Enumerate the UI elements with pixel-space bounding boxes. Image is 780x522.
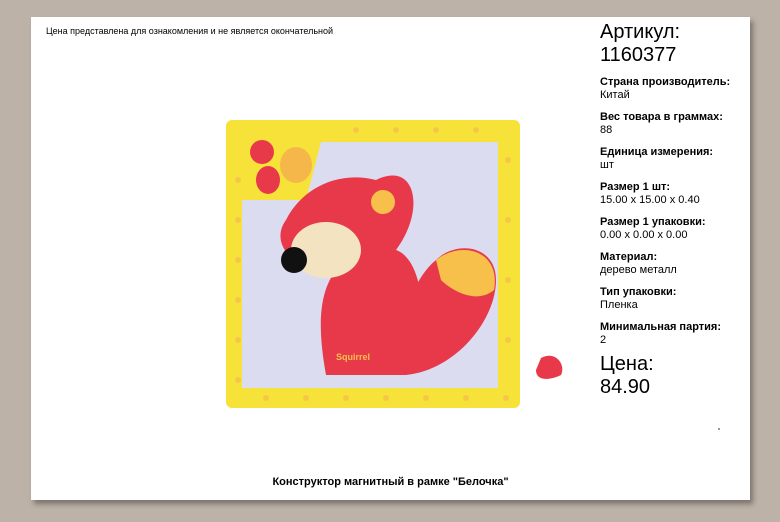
spec-item: Вес товара в граммах: 88 <box>600 111 723 136</box>
spec-item: Тип упаковки: Пленка <box>600 286 677 311</box>
product-card: Цена представлена для ознакомления и не … <box>31 17 750 500</box>
spec-item: Размер 1 шт: 15.00 x 15.00 x 0.40 <box>600 181 700 206</box>
article-value: 1160377 <box>600 44 677 66</box>
product-info: Артикул: 1160377 Страна производитель: Ки… <box>600 21 750 399</box>
spec-item: Минимальная партия: 2 <box>600 321 721 346</box>
image-label: Squirrel <box>336 352 370 362</box>
spec-item: Единица измерения: шт <box>600 146 714 171</box>
spec-item: Страна производитель: Китай <box>600 76 731 101</box>
dot-mark <box>718 428 720 430</box>
spec-list: Страна производитель: Китай Вес товара в … <box>600 76 750 347</box>
spec-item: Материал: дерево металл <box>600 251 677 276</box>
article-label: Артикул: <box>600 21 681 43</box>
price-value: 84.90 <box>600 376 651 398</box>
price-notice: Цена представлена для ознакомления и не … <box>46 26 334 36</box>
product-title: Конструктор магнитный в рамке "Белочка" <box>272 476 509 488</box>
product-image: Squirrel <box>226 120 563 408</box>
spec-item: Размер 1 упаковки: 0.00 x 0.00 x 0.00 <box>600 216 706 241</box>
price-label: Цена: <box>600 353 654 375</box>
